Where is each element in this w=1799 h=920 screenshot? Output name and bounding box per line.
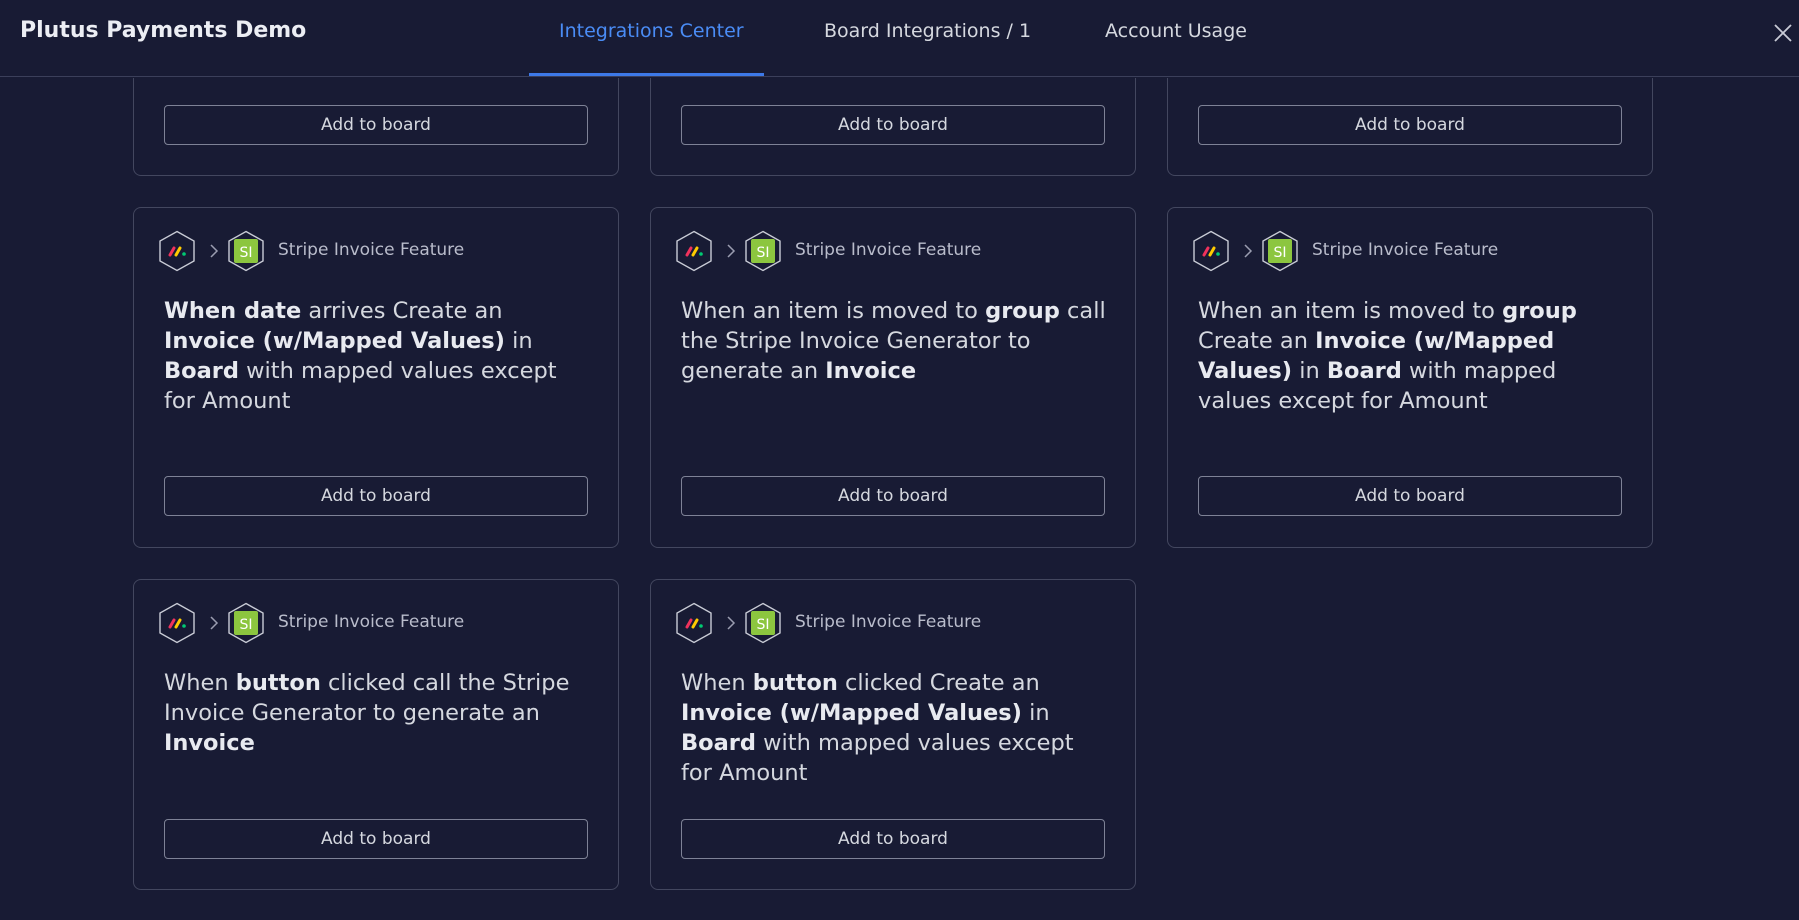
card-header: SI Stripe Invoice Feature bbox=[1192, 230, 1632, 272]
description-keyword: group bbox=[1502, 298, 1577, 324]
description-keyword: date bbox=[243, 298, 302, 324]
card-header: SI Stripe Invoice Feature bbox=[675, 602, 1115, 644]
stripe-invoice-si-icon: SI bbox=[1262, 230, 1298, 272]
add-to-board-button[interactable]: Add to board bbox=[681, 476, 1105, 516]
description-keyword: button bbox=[752, 670, 838, 696]
feature-name: Stripe Invoice Feature bbox=[795, 612, 982, 632]
description-text: arrives Create an bbox=[301, 298, 503, 324]
monday-logo-icon bbox=[1193, 230, 1229, 272]
stripe-invoice-si-icon: SI bbox=[228, 230, 264, 272]
description-text: When bbox=[681, 670, 753, 696]
add-to-board-button[interactable]: Add to board bbox=[164, 819, 588, 859]
integration-card: Add to board bbox=[133, 78, 619, 176]
stripe-invoice-si-icon: SI bbox=[228, 602, 264, 644]
svg-text:SI: SI bbox=[239, 245, 252, 261]
header-bar: Plutus Payments Demo Integrations Center… bbox=[0, 0, 1799, 77]
tab-integrations-center[interactable]: Integrations Center bbox=[559, 20, 744, 42]
feature-name: Stripe Invoice Feature bbox=[795, 240, 982, 260]
tab-account-usage[interactable]: Account Usage bbox=[1105, 20, 1247, 42]
feature-name: Stripe Invoice Feature bbox=[1312, 240, 1499, 260]
description-keyword: Invoice (w/Mapped Values) bbox=[164, 328, 505, 354]
stripe-invoice-si-icon: SI bbox=[745, 602, 781, 644]
description-text: in bbox=[504, 328, 533, 354]
description-keyword: When bbox=[164, 298, 244, 324]
description-keyword: Invoice (w/Mapped Values) bbox=[681, 700, 1022, 726]
description-text: When an item is moved to bbox=[1198, 298, 1503, 324]
chevron-right-icon bbox=[1244, 244, 1253, 258]
app-title: Plutus Payments Demo bbox=[20, 18, 307, 43]
card-header: SI Stripe Invoice Feature bbox=[158, 602, 598, 644]
description-text: in bbox=[1021, 700, 1050, 726]
feature-name: Stripe Invoice Feature bbox=[278, 612, 465, 632]
recipe-description: When button clicked Create an Invoice (w… bbox=[681, 668, 1111, 788]
integrations-grid: Add to board Add to board Add to board S… bbox=[0, 78, 1799, 920]
description-text: in bbox=[1292, 358, 1327, 384]
description-keyword: Invoice bbox=[164, 730, 255, 756]
card-header: SI Stripe Invoice Feature bbox=[158, 230, 598, 272]
integration-card: SI Stripe Invoice Feature When an item is… bbox=[650, 207, 1136, 548]
card-header: SI Stripe Invoice Feature bbox=[675, 230, 1115, 272]
feature-name: Stripe Invoice Feature bbox=[278, 240, 465, 260]
description-text: Create an bbox=[1198, 328, 1316, 354]
chevron-right-icon bbox=[727, 616, 736, 630]
tab-board-integrations[interactable]: Board Integrations / 1 bbox=[824, 20, 1031, 42]
monday-logo-icon bbox=[676, 230, 712, 272]
integration-card: SI Stripe Invoice Feature When button cli… bbox=[650, 579, 1136, 890]
integration-card: SI Stripe Invoice Feature When button cli… bbox=[133, 579, 619, 890]
description-keyword: Invoice bbox=[825, 358, 917, 384]
chevron-right-icon bbox=[727, 244, 736, 258]
chevron-right-icon bbox=[210, 616, 219, 630]
svg-text:SI: SI bbox=[239, 617, 252, 633]
stripe-invoice-si-icon: SI bbox=[745, 230, 781, 272]
description-text: clicked Create an bbox=[837, 670, 1040, 696]
recipe-description: When button clicked call the Stripe Invo… bbox=[164, 668, 594, 758]
add-to-board-button[interactable]: Add to board bbox=[681, 819, 1105, 859]
description-keyword: Board bbox=[1326, 358, 1402, 384]
active-tab-indicator bbox=[529, 73, 764, 76]
add-to-board-button[interactable]: Add to board bbox=[681, 105, 1105, 145]
integration-card: Add to board bbox=[1167, 78, 1653, 176]
monday-logo-icon bbox=[159, 230, 195, 272]
description-keyword: Board bbox=[164, 358, 239, 384]
svg-text:SI: SI bbox=[756, 245, 769, 261]
recipe-description: When date arrives Create an Invoice (w/M… bbox=[164, 296, 594, 416]
monday-logo-icon bbox=[159, 602, 195, 644]
recipe-description: When an item is moved to group Create an… bbox=[1198, 296, 1618, 416]
description-keyword: Board bbox=[681, 730, 756, 756]
svg-text:SI: SI bbox=[1273, 245, 1286, 261]
integration-card: SI Stripe Invoice Feature When date arriv… bbox=[133, 207, 619, 548]
integration-card: Add to board bbox=[650, 78, 1136, 176]
monday-logo-icon bbox=[676, 602, 712, 644]
add-to-board-button[interactable]: Add to board bbox=[164, 476, 588, 516]
add-to-board-button[interactable]: Add to board bbox=[1198, 476, 1622, 516]
add-to-board-button[interactable]: Add to board bbox=[164, 105, 588, 145]
description-keyword: group bbox=[985, 298, 1060, 324]
integration-card: SI Stripe Invoice Feature When an item is… bbox=[1167, 207, 1653, 548]
add-to-board-button[interactable]: Add to board bbox=[1198, 105, 1622, 145]
description-text: When bbox=[164, 670, 236, 696]
recipe-description: When an item is moved to group call the … bbox=[681, 296, 1111, 386]
description-keyword: button bbox=[235, 670, 321, 696]
close-icon[interactable] bbox=[1774, 24, 1792, 42]
description-text: When an item is moved to bbox=[681, 298, 986, 324]
svg-text:SI: SI bbox=[756, 617, 769, 633]
chevron-right-icon bbox=[210, 244, 219, 258]
